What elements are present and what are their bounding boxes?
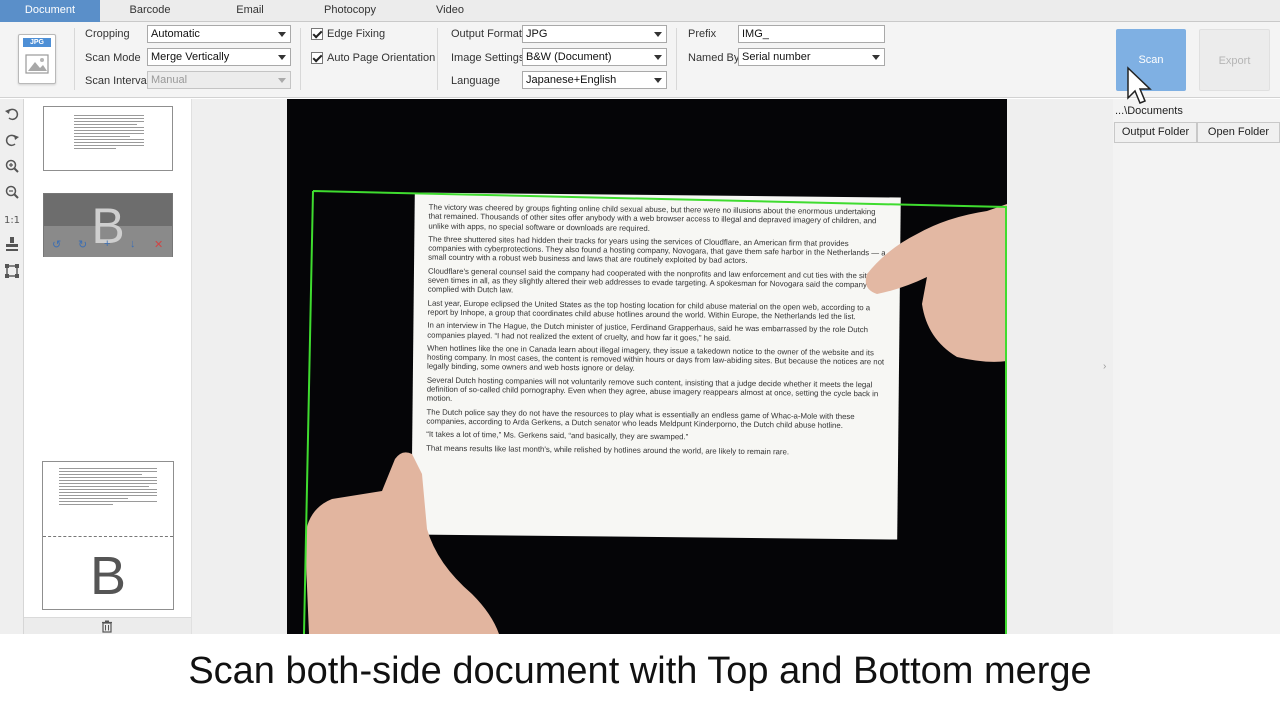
actual-size-icon[interactable]: 1:1 xyxy=(4,211,20,227)
chevron-down-icon xyxy=(278,32,286,37)
chevron-down-icon xyxy=(654,55,662,60)
scan-interval-value: Manual xyxy=(151,74,188,86)
view-tools-strip: 1:1 xyxy=(0,99,24,634)
image-file-icon xyxy=(25,54,49,74)
output-format-value: JPG xyxy=(526,28,548,40)
cropping-select[interactable]: Automatic xyxy=(147,25,291,43)
chevron-down-icon xyxy=(278,78,286,83)
output-folder-button[interactable]: Output Folder xyxy=(1114,122,1197,143)
thumbnail-rotate-right-icon[interactable]: ↻ xyxy=(78,238,87,251)
file-type-tag: JPG xyxy=(23,38,51,47)
open-folder-button[interactable]: Open Folder xyxy=(1197,122,1280,143)
toolbar-separator xyxy=(300,28,301,90)
thumbnail-footer xyxy=(24,617,191,634)
stamp-icon[interactable] xyxy=(4,236,20,252)
rotate-left-icon[interactable] xyxy=(4,106,20,122)
auto-page-orientation-checkbox[interactable] xyxy=(311,52,323,64)
merged-thumbnail-letter: B xyxy=(89,546,127,606)
export-button[interactable]: Export xyxy=(1199,29,1270,91)
thumbnail-text-lines xyxy=(59,468,157,507)
scan-interval-select[interactable]: Manual xyxy=(147,71,291,89)
tab-email[interactable]: Email xyxy=(200,0,300,22)
merged-page-thumbnail[interactable]: B xyxy=(42,461,174,610)
capturing-thumbnail[interactable]: B ↺ ↻ + ↓ ✕ xyxy=(43,193,173,257)
page-thumbnail[interactable] xyxy=(43,106,173,171)
zoom-out-icon[interactable] xyxy=(4,184,20,200)
mode-tab-bar: Document Barcode Email Photocopy Video xyxy=(0,0,1280,22)
hands-and-crop-overlay xyxy=(303,190,1007,634)
language-label: Language xyxy=(451,75,500,87)
tab-video[interactable]: Video xyxy=(400,0,500,22)
tab-document[interactable]: Document xyxy=(0,0,100,22)
left-hand xyxy=(305,452,499,634)
edge-fixing-label: Edge Fixing xyxy=(327,28,386,40)
prefix-input[interactable]: IMG_ xyxy=(738,25,885,43)
thumbnail-down-icon[interactable]: ↓ xyxy=(130,238,136,250)
merge-divider xyxy=(43,536,173,537)
named-by-value: Serial number xyxy=(742,51,811,63)
edge-fixing-checkbox[interactable] xyxy=(311,28,323,40)
mouse-cursor-icon xyxy=(1127,66,1152,104)
output-format-label: Output Format xyxy=(451,28,522,40)
svg-text:1:1: 1:1 xyxy=(4,215,20,226)
tab-barcode[interactable]: Barcode xyxy=(100,0,200,22)
cropping-label: Cropping xyxy=(85,28,130,40)
chevron-down-icon xyxy=(278,55,286,60)
thumbnail-delete-icon[interactable]: ✕ xyxy=(154,238,163,251)
scan-mode-label: Scan Mode xyxy=(85,52,141,64)
toolbar-separator xyxy=(676,28,677,90)
named-by-select[interactable]: Serial number xyxy=(738,48,885,66)
cropping-value: Automatic xyxy=(151,28,200,40)
tab-photocopy[interactable]: Photocopy xyxy=(300,0,400,22)
canvas-background-left xyxy=(192,99,287,634)
scan-interval-label: Scan Interval xyxy=(85,75,150,87)
toolbar-separator xyxy=(74,28,75,90)
output-panel: ...\Documents Output Folder Open Folder xyxy=(1113,99,1280,634)
camera-preview[interactable]: The victory was cheered by groups fighti… xyxy=(287,99,1007,634)
language-select[interactable]: Japanese+English xyxy=(522,71,667,89)
chevron-down-icon xyxy=(654,78,662,83)
image-settings-label: Image Settings xyxy=(451,52,525,64)
thumbnail-add-icon[interactable]: + xyxy=(104,238,110,250)
thumbnail-rotate-left-icon[interactable]: ↺ xyxy=(52,238,61,251)
video-caption: Scan both-side document with Top and Bot… xyxy=(0,634,1280,720)
language-value: Japanese+English xyxy=(526,74,617,86)
image-settings-value: B&W (Document) xyxy=(526,51,612,63)
zoom-in-icon[interactable] xyxy=(4,158,20,174)
canvas-background-right: › xyxy=(1007,99,1113,634)
settings-toolbar: JPG Cropping Automatic Scan Mode Merge V… xyxy=(0,22,1280,98)
thumbnail-text-lines xyxy=(74,115,144,151)
caption-text: Scan both-side document with Top and Bot… xyxy=(188,650,1092,692)
output-format-select[interactable]: JPG xyxy=(522,25,667,43)
prefix-label: Prefix xyxy=(688,28,717,40)
chevron-down-icon xyxy=(872,55,880,60)
scan-mode-select[interactable]: Merge Vertically xyxy=(147,48,291,66)
toolbar-separator xyxy=(437,28,438,90)
trash-icon[interactable] xyxy=(101,620,113,633)
rotate-right-icon[interactable] xyxy=(4,132,20,148)
scan-mode-value: Merge Vertically xyxy=(151,51,230,63)
collapse-panel-chevron-icon[interactable]: › xyxy=(1103,361,1106,372)
named-by-label: Named By xyxy=(688,52,740,64)
output-path: ...\Documents xyxy=(1115,105,1183,117)
image-settings-select[interactable]: B&W (Document) xyxy=(522,48,667,66)
crop-frame-icon[interactable] xyxy=(4,263,20,279)
thumbnail-panel: B ↺ ↻ + ↓ ✕ B xyxy=(24,99,192,634)
auto-page-orientation-label: Auto Page Orientation xyxy=(327,52,436,64)
right-hand xyxy=(865,204,1007,362)
chevron-down-icon xyxy=(654,32,662,37)
output-format-file-icon: JPG xyxy=(18,34,56,84)
